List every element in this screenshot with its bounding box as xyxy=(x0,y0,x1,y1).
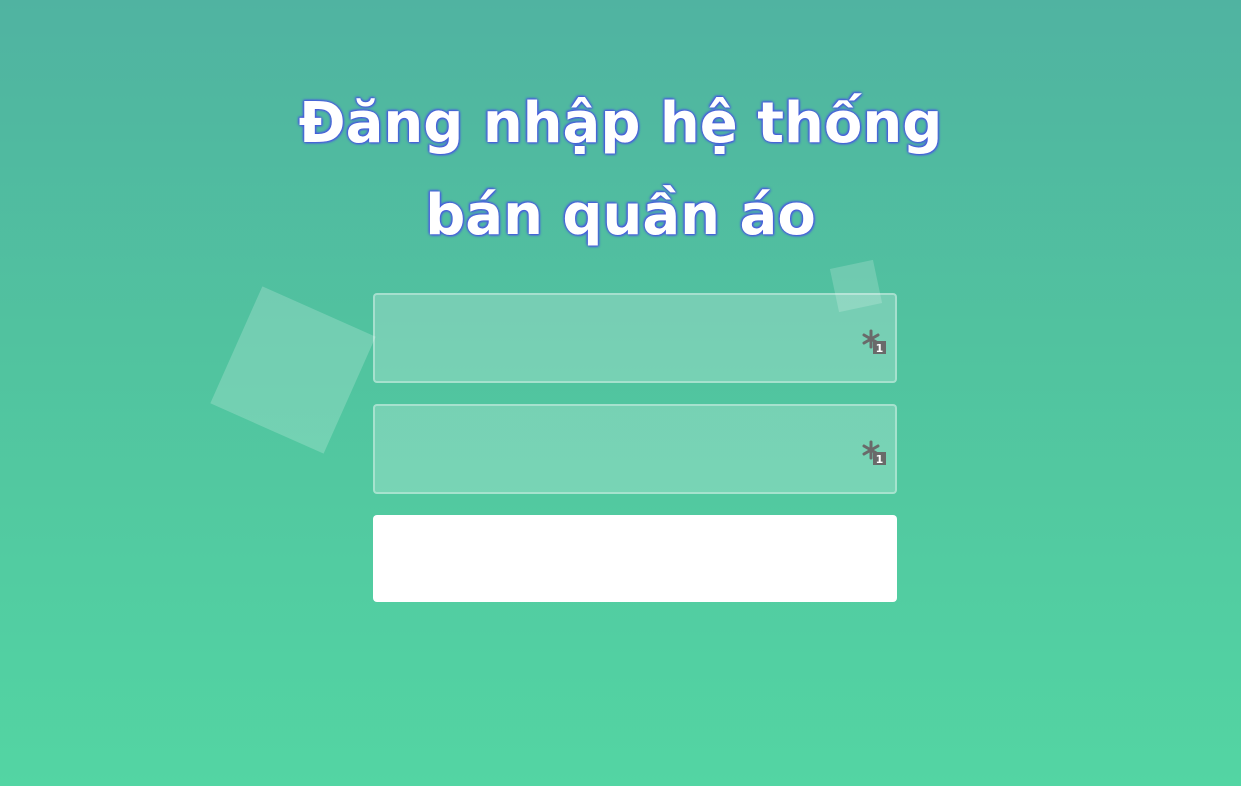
login-button[interactable] xyxy=(373,515,897,602)
password-input[interactable] xyxy=(375,406,895,492)
page-title-line-2: bán quần áo xyxy=(425,183,816,248)
decorative-square-left xyxy=(210,286,376,454)
username-field: 1 xyxy=(373,293,897,383)
page-title-line-1: Đăng nhập hệ thống xyxy=(298,91,943,156)
username-input[interactable] xyxy=(375,295,895,381)
page-title: Đăng nhập hệ thống bán quần áo xyxy=(0,78,1241,262)
password-manager-key-icon[interactable]: 1 xyxy=(861,329,887,355)
password-manager-key-icon[interactable]: 1 xyxy=(861,440,887,466)
svg-text:1: 1 xyxy=(876,453,884,466)
password-field: 1 xyxy=(373,404,897,494)
svg-text:1: 1 xyxy=(876,342,884,355)
